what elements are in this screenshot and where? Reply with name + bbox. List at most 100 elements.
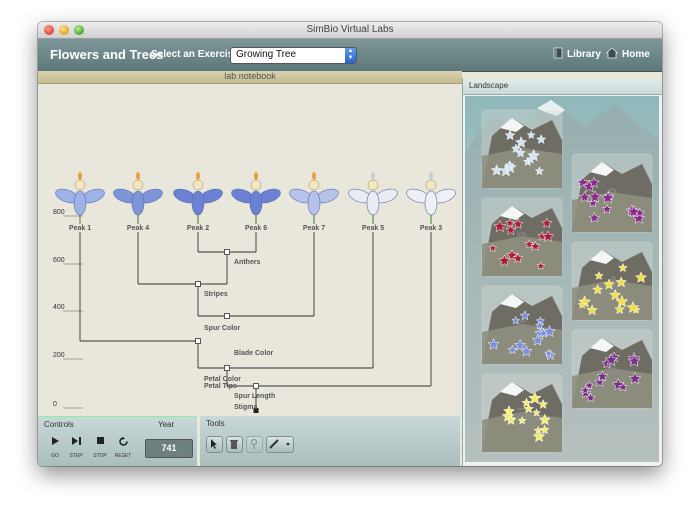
flower-stigma (429, 172, 433, 180)
flower-icon[interactable] (172, 172, 225, 224)
library-icon[interactable] (552, 47, 564, 59)
exercise-select[interactable]: Growing Tree ▲ ▼ (230, 47, 357, 64)
flower-stigma (136, 172, 140, 180)
home-button[interactable]: Home (622, 49, 650, 60)
peak-tile[interactable]: 6 (571, 329, 653, 409)
trash-icon (230, 440, 238, 449)
landscape-header: Landscape (463, 78, 662, 95)
landscape-map: 12 3 4567 (465, 100, 659, 462)
trait-label: Spur Color (204, 325, 240, 332)
year-display: 741 (145, 439, 193, 458)
peak-tile[interactable]: 1 (481, 109, 563, 189)
flower-center (132, 179, 144, 191)
flower-petal (249, 190, 263, 216)
app-title: Flowers and Trees (50, 47, 164, 62)
axis-tick-label: 200 (53, 352, 65, 359)
trait-label: Petal Color (204, 376, 241, 383)
step-button[interactable] (67, 437, 85, 447)
flower-icon[interactable] (54, 172, 107, 224)
landscape-title: Landscape (469, 81, 509, 90)
flower-name: Peak 5 (362, 225, 384, 232)
window-title: SimBio Virtual Labs (306, 24, 394, 35)
peak-tile[interactable]: 5 (481, 285, 563, 365)
app-window: SimBio Virtual Labs Flowers and Trees Se… (38, 22, 662, 466)
tree-node[interactable] (224, 365, 230, 371)
stop-button[interactable] (91, 437, 109, 446)
flower-petal (131, 190, 145, 216)
flower-name: Peak 3 (420, 225, 442, 232)
select-tool-button[interactable] (206, 436, 223, 453)
tree-node[interactable] (195, 338, 201, 344)
flower-stigma (312, 172, 316, 180)
flower-petal (366, 190, 380, 216)
flower-icon[interactable] (230, 172, 283, 224)
title-bar: SimBio Virtual Labs (38, 22, 662, 39)
flower-center (308, 179, 320, 191)
controls-title: Controls (44, 420, 74, 429)
landscape-view: 12 3 4567 (465, 96, 659, 462)
flower-icon[interactable] (405, 172, 458, 224)
flower-center (250, 179, 262, 191)
notebook-header: lab notebook (38, 71, 462, 84)
tree-node[interactable] (195, 281, 201, 287)
controls-panel: Controls Year 741 GO STEP STOP RESET (38, 416, 197, 466)
reset-icon (118, 437, 128, 446)
flower-stigma (371, 172, 375, 180)
peak-tile[interactable]: 7 (481, 373, 563, 453)
flower-center (367, 179, 379, 191)
pencil-tool-button[interactable] (266, 436, 294, 453)
year-label: Year (158, 420, 175, 429)
flower-stigma (254, 172, 258, 180)
axis-tick-label: 400 (53, 304, 65, 311)
flower-tool-button[interactable] (246, 436, 263, 453)
flower-icon[interactable] (288, 172, 341, 224)
trait-label: Stigma (234, 404, 257, 411)
delete-tool-button[interactable] (226, 436, 243, 453)
peak-tile[interactable]: 2 (571, 153, 653, 233)
trait-label: Blade Color (234, 350, 274, 357)
app-header: Flowers and Trees Select an Exercise: Gr… (38, 39, 662, 72)
stop-icon (96, 437, 104, 444)
tree-node[interactable] (224, 313, 230, 319)
peak-tile[interactable]: 4 (571, 241, 653, 321)
flower-name: Peak 6 (245, 225, 267, 232)
reset-button[interactable] (114, 437, 132, 448)
flower-center (192, 179, 204, 191)
flower-center (425, 179, 437, 191)
library-button[interactable]: Library (567, 49, 601, 60)
arrow-cursor-icon (211, 439, 217, 449)
flower-name: Peak 4 (127, 225, 149, 232)
pencil-icon (269, 439, 290, 449)
tools-title: Tools (206, 419, 225, 428)
flower-icon[interactable] (347, 172, 400, 224)
exercise-select-value: Growing Tree (236, 49, 297, 60)
tree-node[interactable] (224, 249, 230, 255)
home-icon[interactable] (606, 47, 618, 59)
axis-tick-label: 800 (53, 209, 65, 216)
flower-petal (73, 190, 87, 216)
notebook-title: lab notebook (224, 71, 276, 81)
flower-petal (307, 190, 321, 216)
flower-petal (424, 190, 438, 216)
tools-panel: Tools (200, 416, 460, 466)
trait-label: Anthers (234, 259, 261, 266)
phylogenetic-tree: 800 600 400 200 0 Peak 1 Peak 4 Peak 2 Peak 6 Pe… (53, 172, 458, 413)
axis-tick-label: 0 (53, 401, 57, 408)
select-arrows-icon: ▲ ▼ (345, 48, 356, 63)
flower-name: Peak 1 (69, 225, 91, 232)
go-button[interactable] (46, 437, 64, 447)
flower-icon[interactable] (112, 172, 165, 224)
lab-notebook: 800 600 400 200 0 Peak 1 Peak 4 Peak 2 Peak 6 Pe… (38, 84, 462, 416)
step-label: STEP (69, 453, 83, 459)
flower-name: Peak 7 (303, 225, 325, 232)
axis-tick-label: 600 (53, 257, 65, 264)
flower-icon (251, 439, 257, 449)
trait-label: Petal Tips (204, 383, 237, 390)
peak-tile[interactable]: 3 (481, 197, 563, 277)
reset-label: RESET (114, 453, 132, 459)
exercise-label: Select an Exercise: (151, 49, 243, 60)
step-icon (71, 437, 81, 445)
trait-label: Stripes (204, 291, 228, 298)
flower-stigma (78, 172, 82, 180)
tree-node[interactable] (253, 383, 259, 389)
